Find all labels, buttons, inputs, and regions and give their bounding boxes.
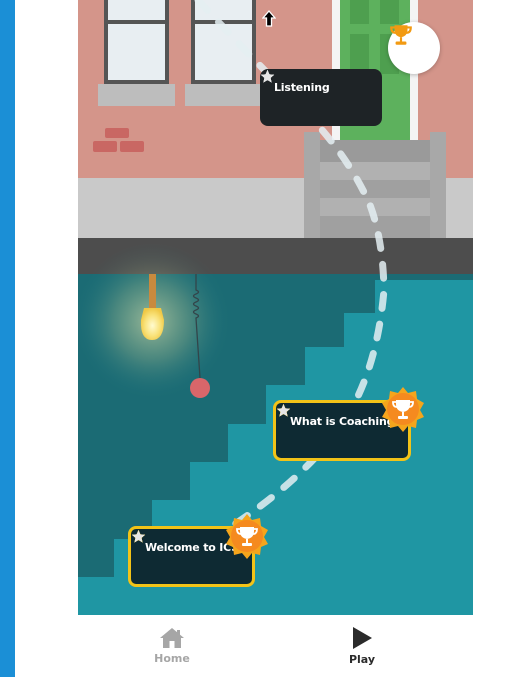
trophy-icon <box>226 514 268 559</box>
tab-home-label: Home <box>154 652 190 665</box>
star-empty-icon <box>276 403 291 417</box>
window-left <box>98 0 175 106</box>
completed-badge <box>380 386 426 432</box>
level-title: Listening <box>274 81 330 94</box>
cursor-icon <box>262 10 276 27</box>
trophy-icon <box>382 387 424 432</box>
tab-play[interactable]: Play <box>302 615 422 677</box>
star-empty-icon <box>260 69 275 83</box>
trophy-icon <box>390 25 412 45</box>
tab-home[interactable]: Home <box>112 615 232 677</box>
play-icon <box>353 627 372 649</box>
trophy-button[interactable] <box>388 22 440 74</box>
level-node-listening[interactable]: Listening <box>260 69 382 126</box>
bottom-tab-bar: Home Play <box>15 615 521 677</box>
completed-badge <box>224 513 270 559</box>
app-frame: Listening What is Coaching? Welcome to I… <box>15 0 521 677</box>
star-empty-icon <box>131 529 146 543</box>
level-map: Listening What is Coaching? Welcome to I… <box>78 0 473 615</box>
home-icon <box>160 628 184 648</box>
tab-play-label: Play <box>348 653 376 666</box>
